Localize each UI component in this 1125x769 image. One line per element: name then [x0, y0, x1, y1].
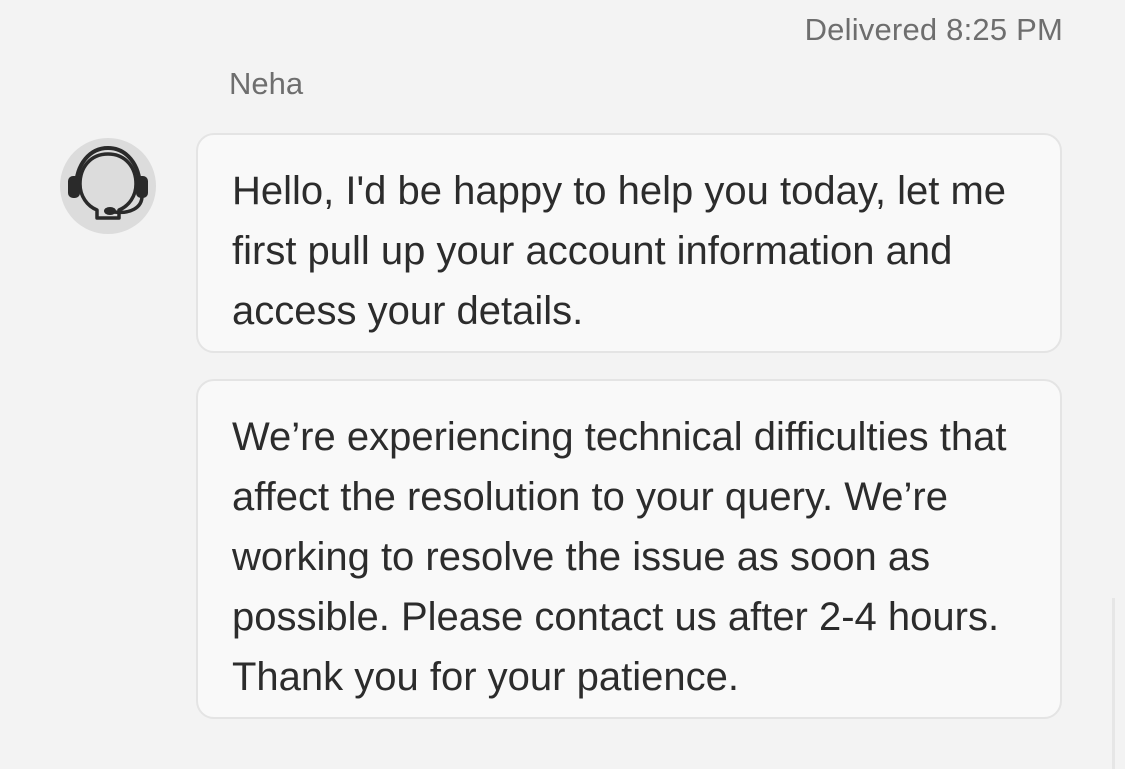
agent-name: Neha [229, 66, 304, 101]
scrollbar[interactable] [1112, 598, 1115, 769]
delivery-status: Delivered 8:25 PM [804, 12, 1063, 47]
headset-agent-icon [68, 145, 148, 220]
agent-avatar [60, 138, 156, 234]
chat-message-bubble: We’re experiencing technical difficultie… [196, 379, 1062, 719]
chat-message-bubble: Hello, I'd be happy to help you today, l… [196, 133, 1062, 353]
